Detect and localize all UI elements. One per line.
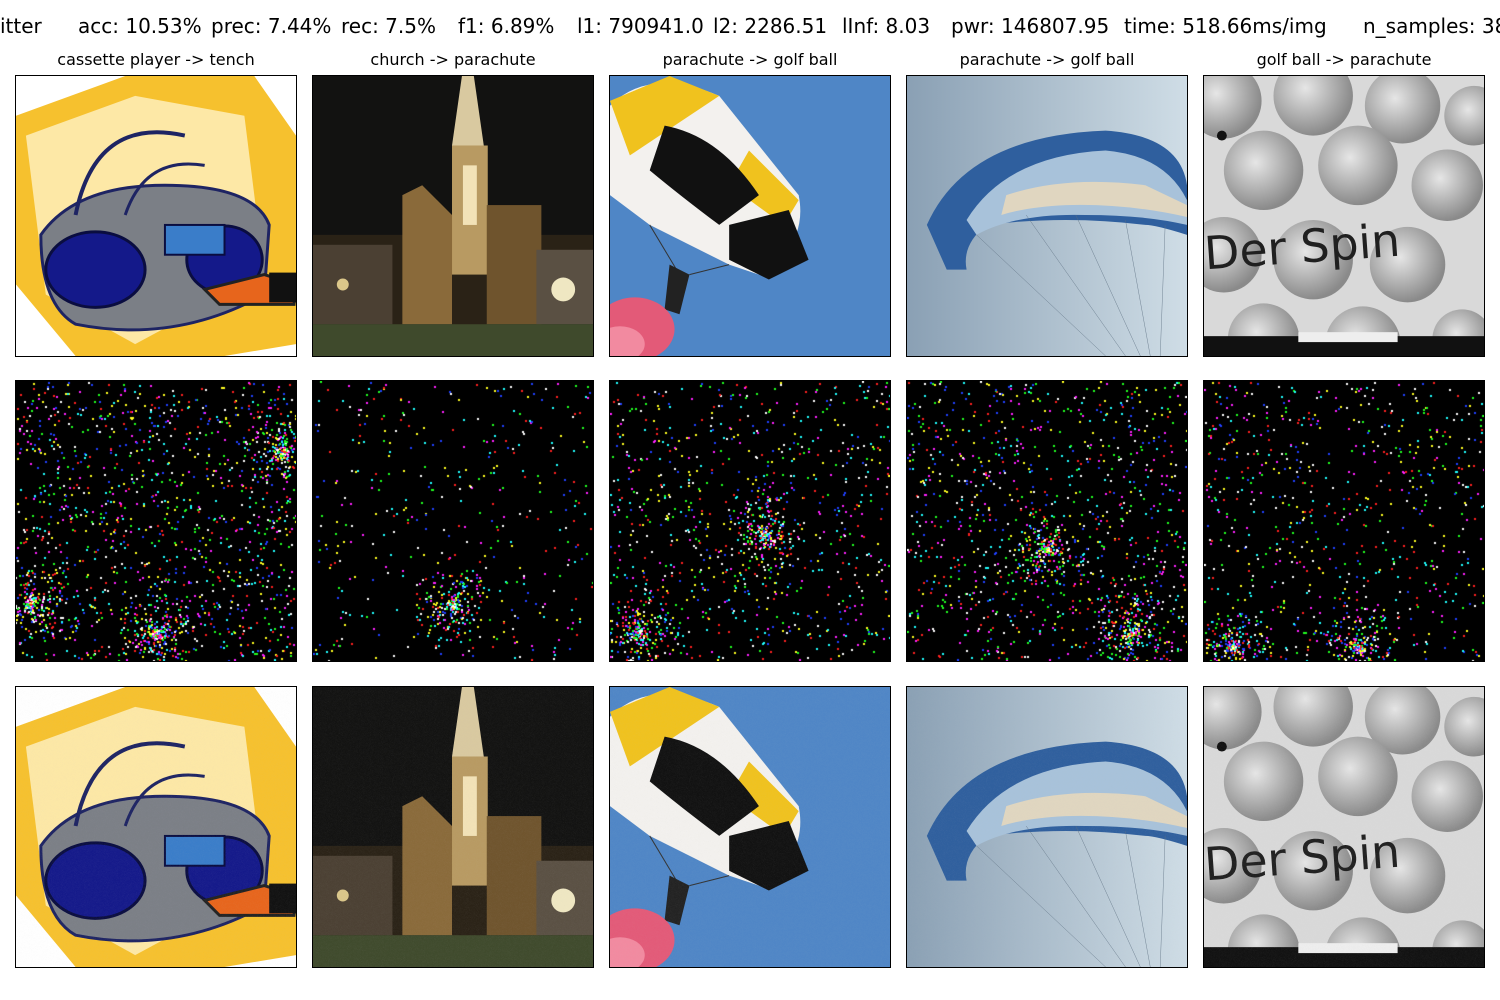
linf-metric: lInf: 8.03 [842, 14, 931, 38]
samples-metric: n_samples: 38 [1363, 14, 1500, 38]
perturbation-image-paraglider [906, 380, 1188, 662]
recall-metric: rec: 7.5% [341, 14, 436, 38]
perturbation-map [610, 381, 890, 661]
column-title: parachute -> golf ball [662, 50, 838, 69]
original-image-skydiver [609, 75, 891, 357]
adversarial-image-paraglider [906, 686, 1188, 968]
accuracy-metric: acc: 10.53% [78, 14, 202, 38]
perturbation-map [1204, 381, 1484, 661]
perturbation-image-boombox [15, 380, 297, 662]
adversarial-image-church [312, 686, 594, 968]
adversarial-image-skydiver [609, 686, 891, 968]
column-title: golf ball -> parachute [1256, 50, 1432, 69]
perturbation-image-skydiver [609, 380, 891, 662]
perturbation-image-church [312, 380, 594, 662]
f1-metric: f1: 6.89% [458, 14, 555, 38]
column-title: church -> parachute [370, 50, 536, 69]
adversarial-image-golfball: Der Spin [1203, 686, 1485, 968]
adversarial-image-boombox [15, 686, 297, 968]
method-name: itter [0, 14, 42, 38]
perturbation-image-golfball [1203, 380, 1485, 662]
original-image-church [312, 75, 594, 357]
original-image-golfball: Der Spin [1203, 75, 1485, 357]
perturbation-map [313, 381, 593, 661]
perturbation-map [16, 381, 296, 661]
column-title: cassette player -> tench [57, 50, 255, 69]
perturbation-map [907, 381, 1187, 661]
original-image-boombox [15, 75, 297, 357]
column-title: parachute -> golf ball [959, 50, 1135, 69]
l1-metric: l1: 790941.0 [577, 14, 704, 38]
l2-metric: l2: 2286.51 [713, 14, 828, 38]
precision-metric: prec: 7.44% [211, 14, 332, 38]
original-image-paraglider [906, 75, 1188, 357]
power-metric: pwr: 146807.95 [951, 14, 1110, 38]
metrics-summary: itter acc: 10.53% prec: 7.44% rec: 7.5% … [0, 14, 1500, 44]
time-metric: time: 518.66ms/img [1124, 14, 1327, 38]
